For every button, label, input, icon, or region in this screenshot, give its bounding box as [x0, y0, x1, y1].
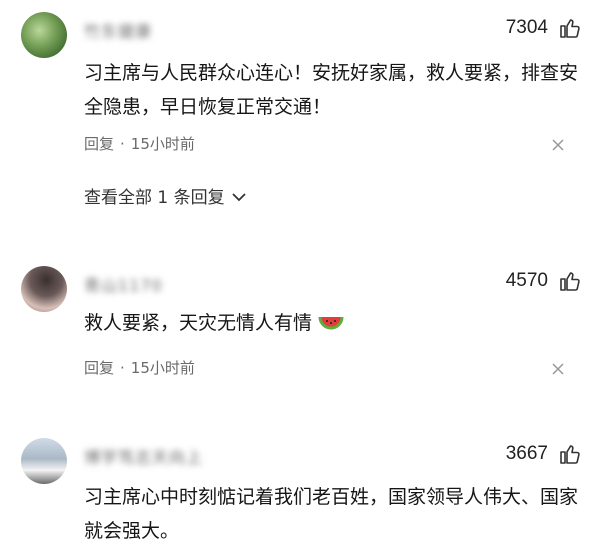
avatar[interactable] [21, 266, 67, 312]
timestamp: 15小时前 [130, 135, 195, 153]
comment-text: 习主席心中时刻惦记着我们老百姓，国家领导人伟大、国家就会强大。 [84, 486, 579, 542]
comment-item: 竹东健康 7304 习主席与人民群众心连心！安抚好家属，救人要紧，排查安全隐患，… [0, 0, 600, 250]
comment-text-content: 救人要紧，天灾无情人有情 [84, 312, 313, 334]
comment-meta: 回复 · 15小时前 [84, 359, 195, 377]
thumb-up-icon[interactable] [558, 269, 582, 293]
close-icon[interactable] [551, 362, 565, 376]
comment-meta: 回复 · 15小时前 [84, 135, 195, 153]
comment-item: 青山1170 4570 救人要紧，天灾无情人有情 回复 · 15小时前 [0, 250, 600, 420]
reply-button[interactable]: 回复 [84, 135, 114, 153]
avatar[interactable] [21, 438, 67, 484]
comment-text: 习主席与人民群众心连心！安抚好家属，救人要紧，排查安全隐患，早日恢复正常交通！ [84, 62, 579, 118]
username[interactable]: 博学笃志天向上 [84, 444, 203, 468]
like-count: 4570 [505, 270, 548, 291]
watermelon-icon [318, 316, 344, 330]
close-icon[interactable] [551, 138, 565, 152]
username[interactable]: 竹东健康 [84, 18, 152, 42]
thumb-up-icon[interactable] [558, 442, 582, 466]
reply-button[interactable]: 回复 [84, 359, 114, 377]
chevron-down-icon [232, 193, 246, 202]
username[interactable]: 青山1170 [84, 272, 163, 296]
comment-item: 博学笃志天向上 3667 习主席心中时刻惦记着我们老百姓，国家领导人伟大、国家就… [0, 420, 600, 555]
comment-text: 救人要紧，天灾无情人有情 [84, 306, 584, 340]
thumb-up-icon[interactable] [558, 16, 582, 40]
like-count: 3667 [505, 443, 548, 464]
view-all-replies-link[interactable]: 查看全部 1 条回复 [84, 183, 246, 208]
like-count: 7304 [505, 17, 548, 38]
avatar[interactable] [21, 12, 67, 58]
view-all-label: 查看全部 1 条回复 [84, 188, 225, 208]
timestamp: 15小时前 [130, 359, 195, 377]
